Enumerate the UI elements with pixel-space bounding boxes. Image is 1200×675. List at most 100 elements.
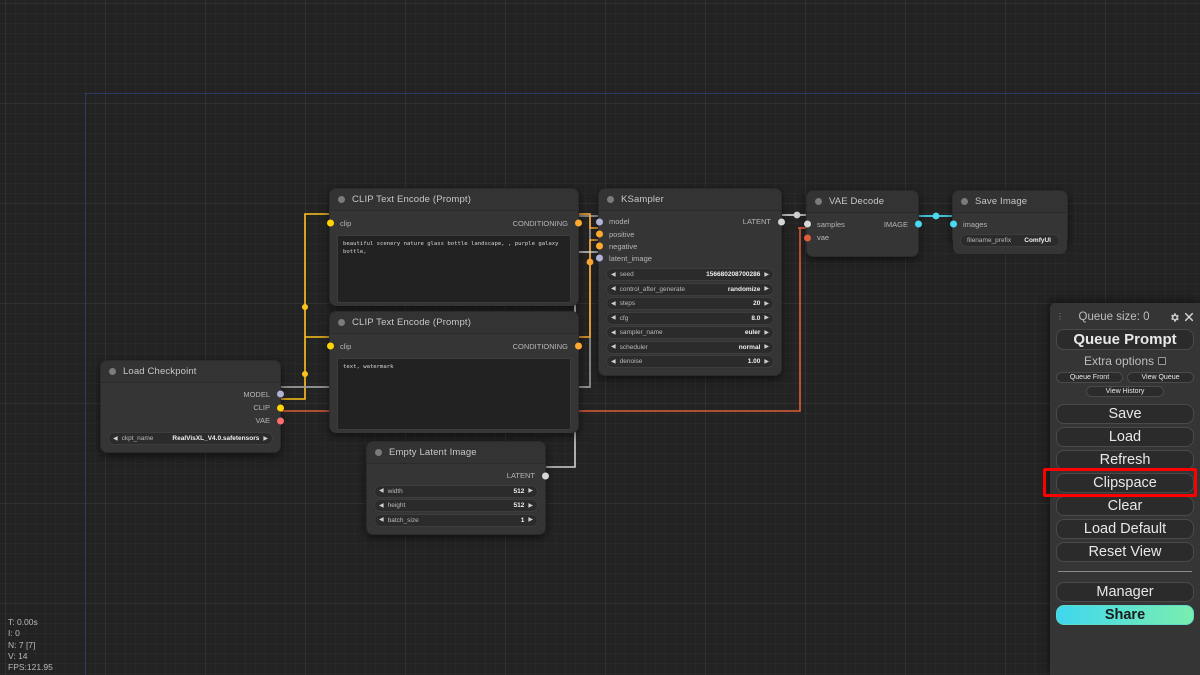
widget-value: euler (744, 329, 761, 336)
manager-button[interactable]: Manager (1056, 582, 1194, 602)
node-title-bar[interactable]: Empty Latent Image (367, 442, 545, 464)
port-row-model[interactable]: model LATENT (595, 215, 785, 228)
save-button[interactable]: Save (1056, 404, 1194, 424)
widget-denoise[interactable]: ◀ denoise 1.00 ▶ (606, 355, 774, 368)
node-save-image[interactable]: Save Image images filename_prefix ComfyU… (949, 190, 1068, 254)
chevron-right-icon[interactable]: ▶ (528, 517, 533, 523)
chevron-right-icon[interactable]: ▶ (528, 503, 533, 509)
chevron-right-icon[interactable]: ▶ (263, 436, 268, 442)
node-clip-text-encode-positive[interactable]: CLIP Text Encode (Prompt) clip CONDITION… (326, 188, 582, 306)
port-row-positive[interactable]: positive (595, 228, 781, 240)
collapse-dot-icon[interactable] (815, 198, 822, 205)
node-empty-latent-image[interactable]: Empty Latent Image LATENT ◀ width 512 ▶ … (366, 441, 549, 535)
stat-vertices: V: 14 (8, 650, 28, 661)
port-dot-image[interactable] (914, 220, 922, 228)
widget-scheduler[interactable]: ◀ scheduler normal ▶ (606, 340, 774, 354)
collapse-dot-icon[interactable] (338, 319, 345, 326)
chevron-right-icon[interactable]: ▶ (764, 359, 769, 365)
collapse-dot-icon[interactable] (375, 449, 382, 456)
comfy-menu-panel[interactable]: ⋮ Queue size: 0 Queue Prompt Extra optio… (1050, 303, 1200, 675)
node-title-bar[interactable]: KSampler (599, 189, 781, 211)
view-queue-button[interactable]: View Queue (1127, 372, 1194, 383)
node-title-bar[interactable]: Save Image (953, 191, 1067, 213)
port-dot-negative[interactable] (595, 242, 603, 250)
node-vae-decode[interactable]: VAE Decode samples IMAGE vae (803, 190, 922, 257)
port-dot-images[interactable] (949, 220, 957, 228)
collapse-dot-icon[interactable] (338, 196, 345, 203)
widget-control-after-generate[interactable]: ◀ control_after_generate randomize ▶ (606, 282, 774, 296)
share-button[interactable]: Share (1056, 605, 1194, 625)
widget-filename-prefix[interactable]: filename_prefix ComfyUI (960, 234, 1060, 247)
node-clip-text-encode-negative[interactable]: CLIP Text Encode (Prompt) clip CONDITION… (326, 311, 582, 433)
port-row-vae[interactable]: vae (803, 231, 918, 244)
port-dot-vae[interactable] (803, 234, 811, 241)
chevron-right-icon[interactable]: ▶ (764, 272, 769, 278)
chevron-right-icon[interactable]: ▶ (528, 488, 533, 494)
chevron-right-icon[interactable]: ▶ (764, 301, 769, 307)
collapse-dot-icon[interactable] (607, 196, 614, 203)
widget-steps[interactable]: ◀ steps 20 ▶ (606, 297, 774, 310)
output-port-clip[interactable]: CLIP (101, 401, 284, 414)
queue-front-button[interactable]: Queue Front (1056, 372, 1123, 383)
port-dot-clip[interactable] (326, 219, 334, 227)
output-port-latent[interactable]: LATENT (367, 468, 549, 483)
widget-height[interactable]: ◀ height 512 ▶ (374, 499, 538, 512)
port-dot-latent-out[interactable] (777, 218, 785, 225)
port-dot-clip[interactable] (276, 404, 284, 411)
chevron-right-icon[interactable]: ▶ (764, 286, 769, 292)
view-history-button[interactable]: View History (1086, 386, 1164, 397)
port-dot-positive[interactable] (595, 230, 603, 238)
refresh-button[interactable]: Refresh (1056, 450, 1194, 470)
output-port-model[interactable]: MODEL (101, 387, 284, 401)
node-title-bar[interactable]: VAE Decode (807, 191, 918, 213)
port-row-latent-image[interactable]: latent_image (595, 252, 781, 264)
node-load-checkpoint[interactable]: Load Checkpoint MODEL CLIP VAE ◀ ckpt_na… (100, 360, 284, 453)
extra-options-checkbox[interactable] (1158, 357, 1167, 365)
port-dot-latent[interactable] (541, 472, 549, 479)
collapse-dot-icon[interactable] (109, 368, 116, 375)
port-row-images[interactable]: images (949, 217, 1067, 231)
prompt-textarea-negative[interactable]: text, watermark (337, 358, 571, 430)
collapse-dot-icon[interactable] (961, 198, 968, 205)
widget-cfg[interactable]: ◀ cfg 8.0 ▶ (606, 311, 774, 325)
port-row-negative[interactable]: negative (595, 240, 781, 252)
extra-options-row[interactable]: Extra options (1056, 354, 1194, 368)
prompt-textarea-positive[interactable]: beautiful scenery nature glass bottle la… (337, 235, 571, 303)
clipspace-button[interactable]: Clipspace (1056, 473, 1194, 493)
node-title-bar[interactable]: CLIP Text Encode (Prompt) (330, 189, 578, 211)
widget-width[interactable]: ◀ width 512 ▶ (374, 484, 538, 498)
node-title-bar[interactable]: CLIP Text Encode (Prompt) (330, 312, 578, 334)
drag-handle-icon[interactable]: ⋮ (1056, 313, 1064, 321)
port-dot-vae[interactable] (276, 417, 284, 424)
port-dot-latent-image[interactable] (595, 254, 603, 262)
widget-seed[interactable]: ◀ seed 156680208700286 ▶ (606, 268, 774, 281)
port-row-clip[interactable]: clip CONDITIONING (326, 338, 582, 354)
widget-ckpt-name[interactable]: ◀ ckpt_name RealVisXL_V4.0.safetensors ▶ (108, 432, 273, 445)
load-button[interactable]: Load (1056, 427, 1194, 447)
port-dot-samples[interactable] (803, 220, 811, 228)
port-label: positive (609, 229, 635, 239)
gear-icon[interactable] (1169, 312, 1180, 323)
reset-view-button[interactable]: Reset View (1056, 542, 1194, 562)
chevron-right-icon[interactable]: ▶ (764, 344, 769, 350)
chevron-right-icon[interactable]: ▶ (764, 315, 769, 321)
graph-canvas[interactable]: Load Checkpoint MODEL CLIP VAE ◀ ckpt_na… (0, 0, 1200, 675)
widget-batch-size[interactable]: ◀ batch_size 1 ▶ (374, 513, 538, 527)
clear-button[interactable]: Clear (1056, 496, 1194, 516)
node-title-bar[interactable]: Load Checkpoint (101, 361, 280, 383)
port-dot-clip[interactable] (326, 342, 334, 350)
port-row-clip[interactable]: clip CONDITIONING (326, 215, 582, 231)
node-title-label: Empty Latent Image (389, 447, 477, 458)
queue-prompt-button[interactable]: Queue Prompt (1056, 329, 1194, 350)
port-dot-model[interactable] (276, 390, 284, 398)
port-dot-conditioning[interactable] (574, 219, 582, 227)
port-row-samples[interactable]: samples IMAGE (803, 217, 922, 231)
load-default-button[interactable]: Load Default (1056, 519, 1194, 539)
chevron-right-icon[interactable]: ▶ (764, 330, 769, 336)
port-dot-conditioning[interactable] (574, 342, 582, 350)
output-port-vae[interactable]: VAE (101, 414, 284, 427)
widget-sampler-name[interactable]: ◀ sampler_name euler ▶ (606, 326, 774, 339)
port-dot-model[interactable] (595, 218, 603, 225)
close-icon[interactable] (1184, 312, 1194, 322)
node-ksampler[interactable]: KSampler model LATENT positive negative … (595, 188, 785, 376)
